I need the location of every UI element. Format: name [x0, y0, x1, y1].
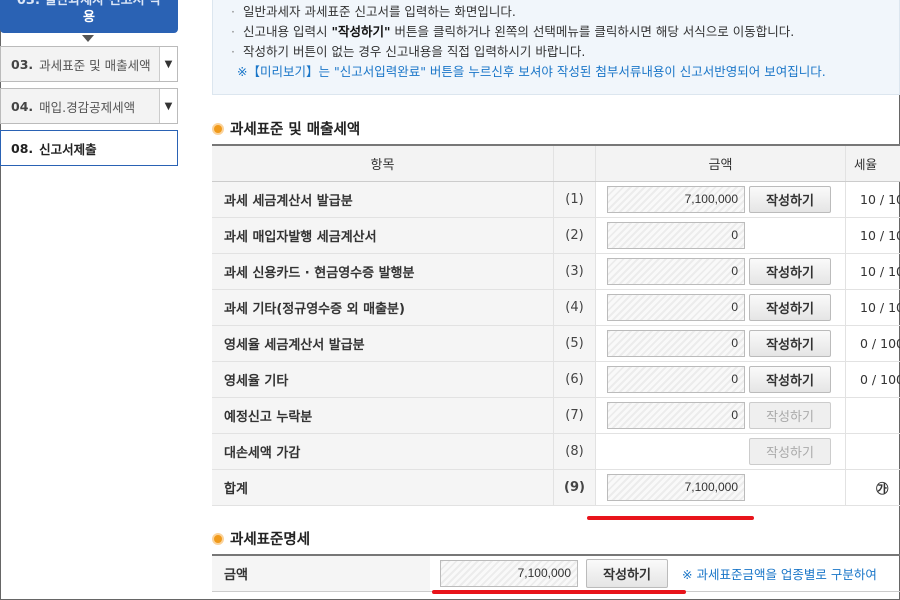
- row-number: (5): [553, 326, 595, 361]
- bullet-icon: [212, 532, 224, 545]
- row-amount-cell: 7,100,000: [595, 470, 845, 505]
- write-button: 작성하기: [749, 402, 831, 429]
- row-item-label: 예정신고 누락분: [212, 398, 553, 433]
- amount-field[interactable]: 0: [607, 366, 745, 393]
- amount-field[interactable]: 0: [607, 402, 745, 429]
- instruction-box: · 일반과세자 과세표준 신고서를 입력하는 화면입니다. · 신고내용 입력시 "…: [212, 0, 900, 95]
- table-row: 과세 세금계산서 발급분(1)7,100,000작성하기10 / 100: [212, 182, 900, 218]
- table-row: 과세 매입자발행 세금계산서(2) 0 10 / 100: [212, 218, 900, 254]
- table-row: 과세 기타(정규영수증 외 매출분)(4)0작성하기10 / 100: [212, 290, 900, 326]
- down-arrow-icon: [82, 35, 94, 42]
- sidebar-item-number: 04.: [11, 98, 34, 114]
- header-amount: 금액: [595, 146, 845, 181]
- table-row: 대손세액 가감 (8) 작성하기: [212, 434, 900, 470]
- row-item-label: 영세율 세금계산서 발급분: [212, 326, 553, 361]
- sidebar-current-step[interactable]: 03. 일반과세자 신고서 작 용: [0, 0, 178, 33]
- row-rate: ㉮: [845, 470, 900, 505]
- sidebar-item-label: 과세표준 및 매출세액: [39, 57, 151, 73]
- row-number: (9): [553, 470, 595, 505]
- row-item-label: 대손세액 가감: [212, 434, 553, 469]
- row-rate: 10 / 100: [845, 254, 900, 289]
- sidebar-current-step-line1: 03. 일반과세자 신고서 작: [16, 0, 162, 8]
- row-rate: 0 / 100: [845, 362, 900, 397]
- section-title-sales: 과세표준 및 매출세액: [212, 118, 360, 139]
- write-button[interactable]: 작성하기: [749, 366, 831, 393]
- row-amount-cell: 0: [595, 218, 845, 253]
- header-rate: 세율: [845, 146, 900, 181]
- row-item-label: 과세 기타(정규영수증 외 매출분): [212, 290, 553, 325]
- row-amount-cell: 0 작성하기: [595, 254, 845, 289]
- row-rate: 10 / 100: [845, 182, 900, 217]
- write-button[interactable]: 작성하기: [749, 258, 831, 285]
- preview-note: ※【미리보기】는 "신고서입력완료" 버튼을 누르신후 보셔야 작성된 첨부서류…: [237, 64, 826, 79]
- write-button[interactable]: 작성하기: [749, 330, 831, 357]
- row-number: (3): [553, 254, 595, 289]
- row-amount-cell: 0 작성하기: [595, 362, 845, 397]
- row-amount-cell: 작성하기: [595, 434, 845, 469]
- row-number: (1): [553, 182, 595, 217]
- instruction-line: · 일반과세자 과세표준 신고서를 입력하는 화면입니다.: [231, 4, 516, 19]
- row-item-label: 과세 세금계산서 발급분: [212, 182, 553, 217]
- sidebar-item-submit[interactable]: 08. 신고서제출: [0, 130, 178, 166]
- table-row: 예정신고 누락분 (7) 0 작성하기: [212, 398, 900, 434]
- row-number: (4): [553, 290, 595, 325]
- chevron-down-icon[interactable]: ▼: [159, 47, 177, 81]
- instruction-line: · 신고내용 입력시 "작성하기" 버튼을 클릭하거나 왼쪽의 선택메뉴를 클릭하…: [231, 24, 795, 39]
- sidebar-item-label: 신고서제출: [39, 141, 97, 157]
- row-amount-cell: 7,100,000 작성하기: [595, 182, 845, 217]
- row-number: (8): [553, 434, 595, 469]
- row-number: (7): [553, 398, 595, 433]
- row-rate: 10 / 100: [845, 218, 900, 253]
- amount-field[interactable]: 0: [607, 222, 745, 249]
- write-button[interactable]: 작성하기: [749, 294, 831, 321]
- row-rate: [845, 398, 900, 433]
- section-title-tax-base: 과세표준명세: [212, 528, 310, 549]
- row-amount-cell: 0 작성하기: [595, 326, 845, 361]
- highlight-underline: [587, 516, 754, 520]
- row-item-label: 과세 신용카드 · 현금영수증 발행분: [212, 254, 553, 289]
- amount-field[interactable]: 7,100,000: [607, 186, 745, 213]
- tax-base-note: ※ 과세표준금액을 업종별로 구분하여: [682, 567, 877, 582]
- sidebar-item-label: 매입.경감공제세액: [39, 99, 136, 115]
- header-item: 항목: [212, 146, 553, 181]
- row-number: (2): [553, 218, 595, 253]
- table-row: 영세율 세금계산서 발급분 (5) 0 작성하기 0 / 100: [212, 326, 900, 362]
- write-button[interactable]: 작성하기: [749, 186, 831, 213]
- table-row: 합계 (9) 7,100,000 ㉮: [212, 470, 900, 506]
- table-row: 영세율 기타 (6) 0 작성하기 0 / 100: [212, 362, 900, 398]
- sidebar-current-step-line2: 용: [83, 10, 95, 25]
- amount-field[interactable]: 0: [607, 258, 745, 285]
- sidebar-item-number: 08.: [11, 140, 34, 156]
- highlight-underline: [432, 590, 686, 594]
- bullet-icon: [212, 122, 224, 135]
- row-amount-cell: 0 작성하기: [595, 290, 845, 325]
- row-item-label: 과세 매입자발행 세금계산서: [212, 218, 553, 253]
- tax-base-write-button[interactable]: 작성하기: [586, 559, 668, 588]
- write-button: 작성하기: [749, 438, 831, 465]
- amount-field[interactable]: 7,100,000: [607, 474, 745, 501]
- chevron-down-icon[interactable]: ▼: [159, 89, 177, 123]
- tax-base-label: 금액: [212, 556, 430, 591]
- sidebar-item-sales-tax[interactable]: 03. 과세표준 및 매출세액 ▼: [0, 46, 178, 82]
- row-rate: 10 / 100: [845, 290, 900, 325]
- sidebar-item-purchase-deduction[interactable]: 04. 매입.경감공제세액 ▼: [0, 88, 178, 124]
- tax-base-amount-field[interactable]: 7,100,000: [440, 560, 578, 587]
- amount-field[interactable]: 0: [607, 294, 745, 321]
- instruction-line: · 작성하기 버튼이 없는 경우 신고내용을 직접 입력하시기 바랍니다.: [231, 44, 586, 59]
- table-header-row: 항목 금액 세율: [212, 144, 900, 182]
- tax-base-row: 금액 7,100,000 작성하기 ※ 과세표준금액을 업종별로 구분하여: [212, 554, 900, 592]
- amount-field[interactable]: 0: [607, 330, 745, 357]
- sidebar-item-number: 03.: [11, 56, 34, 72]
- table-row: 과세 신용카드 · 현금영수증 발행분(3)0작성하기10 / 100: [212, 254, 900, 290]
- row-amount-cell: 0 작성하기: [595, 398, 845, 433]
- row-rate: 0 / 100: [845, 326, 900, 361]
- sidebar: 03. 일반과세자 신고서 작 용 03. 과세표준 및 매출세액 ▼ 04. …: [0, 0, 178, 600]
- row-rate: [845, 434, 900, 469]
- row-number: (6): [553, 362, 595, 397]
- row-item-label: 영세율 기타: [212, 362, 553, 397]
- row-item-label: 합계: [212, 470, 553, 505]
